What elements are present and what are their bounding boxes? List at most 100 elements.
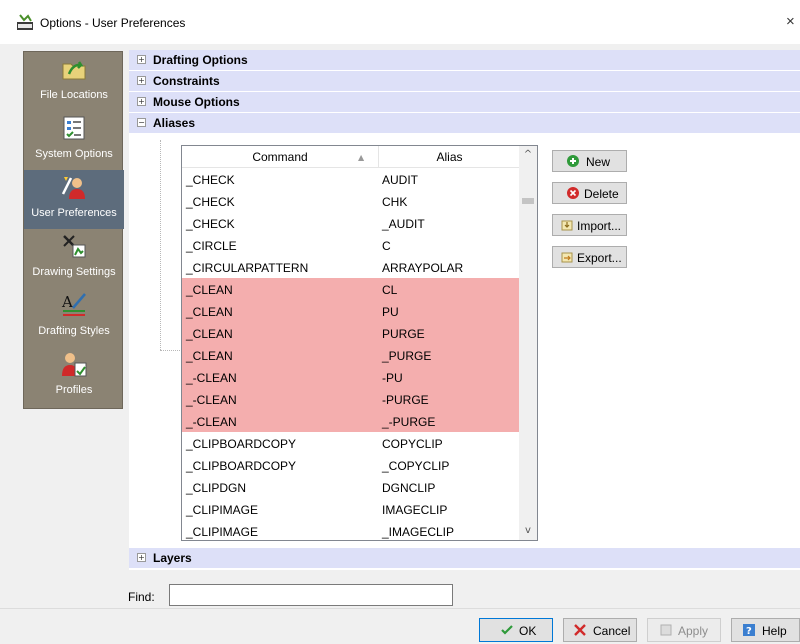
- sidebar-item-drafting-styles[interactable]: A Drafting Styles: [24, 288, 124, 347]
- sidebar-item-drawing-settings[interactable]: Drawing Settings: [24, 229, 124, 288]
- alias-cell: _PURGE: [382, 349, 432, 363]
- expand-icon[interactable]: +: [137, 97, 146, 106]
- command-cell: _CHECK: [186, 217, 235, 231]
- plus-circle-icon: [567, 155, 579, 167]
- alias-cell: ARRAYPOLAR: [382, 261, 464, 275]
- svg-text:?: ?: [746, 626, 752, 637]
- ok-button[interactable]: OK: [479, 618, 553, 642]
- tree-section-mouse-options[interactable]: + Mouse Options: [129, 92, 800, 112]
- column-header-alias[interactable]: Alias: [380, 146, 519, 168]
- sidebar-item-label: Drafting Styles: [38, 325, 110, 337]
- table-row[interactable]: _CLEAN PU: [182, 300, 519, 322]
- table-vertical-scrollbar[interactable]: ^ v: [519, 146, 537, 540]
- drawing-settings-icon: [63, 235, 86, 258]
- table-row[interactable]: _CHECK CHK: [182, 190, 519, 212]
- sidebar-item-file-locations[interactable]: File Locations: [24, 52, 124, 111]
- table-row[interactable]: _CLIPIMAGE IMAGECLIP: [182, 498, 519, 520]
- sidebar-item-label: Drawing Settings: [32, 266, 116, 278]
- table-row[interactable]: _CLIPBOARDCOPY COPYCLIP: [182, 432, 519, 454]
- alias-cell: _IMAGECLIP: [382, 525, 455, 539]
- tree-section-aliases[interactable]: − Aliases: [129, 113, 800, 133]
- sidebar-item-profiles[interactable]: Profiles: [24, 347, 124, 406]
- aliases-table[interactable]: Command ▲ Alias _CHECK AUDIT _CHECK CHK _CHE…: [181, 145, 538, 541]
- table-row[interactable]: _CLIPIMAGE _IMAGECLIP: [182, 520, 519, 540]
- command-cell: _CLEAN: [186, 305, 233, 319]
- collapse-icon[interactable]: −: [137, 118, 146, 127]
- tree-section-label: Drafting Options: [153, 53, 248, 67]
- app-logo-icon: [17, 14, 33, 30]
- table-header: Command ▲ Alias: [182, 146, 519, 168]
- export-aliases-button[interactable]: Export...: [552, 246, 627, 268]
- table-row[interactable]: _CLIPBOARDCOPY _COPYCLIP: [182, 454, 519, 476]
- table-row[interactable]: _-CLEAN -PU: [182, 366, 519, 388]
- table-body: _CHECK AUDIT _CHECK CHK _CHECK _AUDIT _CIRCLE C…: [182, 168, 519, 540]
- command-cell: _CLIPDGN: [186, 481, 247, 495]
- profiles-icon: [62, 353, 87, 377]
- alias-cell: C: [382, 239, 391, 253]
- table-row[interactable]: _CHECK AUDIT: [182, 168, 519, 190]
- delete-circle-icon: [567, 187, 579, 199]
- expand-icon[interactable]: +: [137, 553, 146, 562]
- table-row[interactable]: _CIRCLE C: [182, 234, 519, 256]
- sidebar-item-system-options[interactable]: System Options: [24, 111, 124, 170]
- scroll-down-icon[interactable]: v: [519, 522, 537, 540]
- alias-cell: COPYCLIP: [382, 437, 443, 451]
- apply-icon: [660, 624, 672, 636]
- command-cell: _-CLEAN: [186, 415, 237, 429]
- tree-section-drafting-options[interactable]: + Drafting Options: [129, 50, 800, 70]
- preferences-content: + Drafting Options + Constraints + Mouse…: [129, 50, 800, 570]
- expand-icon[interactable]: +: [137, 55, 146, 64]
- table-row[interactable]: _-CLEAN _-PURGE: [182, 410, 519, 432]
- dialog-footer: OK Cancel Apply ? Help: [0, 608, 800, 644]
- command-cell: _CLIPBOARDCOPY: [186, 459, 297, 473]
- tree-connector-line: [160, 140, 161, 350]
- table-row[interactable]: _-CLEAN -PURGE: [182, 388, 519, 410]
- scrollbar-thumb[interactable]: [522, 198, 534, 204]
- tree-section-label: Aliases: [153, 116, 196, 130]
- sidebar-item-label: File Locations: [40, 89, 108, 101]
- cancel-x-icon: [574, 624, 586, 636]
- alias-cell: _AUDIT: [382, 217, 425, 231]
- table-row[interactable]: _CIRCULARPATTERN ARRAYPOLAR: [182, 256, 519, 278]
- column-header-command[interactable]: Command ▲: [182, 146, 379, 168]
- table-row[interactable]: _CHECK _AUDIT: [182, 212, 519, 234]
- close-icon[interactable]: ×: [786, 13, 795, 30]
- command-cell: _CHECK: [186, 195, 235, 209]
- command-cell: _CLIPBOARDCOPY: [186, 437, 297, 451]
- checkmark-icon: [501, 625, 513, 635]
- sidebar-item-label: Profiles: [55, 384, 93, 396]
- sidebar-item-user-preferences[interactable]: User Preferences: [24, 170, 124, 229]
- tree-section-label: Constraints: [153, 74, 220, 88]
- sort-ascending-icon: ▲: [358, 153, 365, 162]
- import-icon: [561, 220, 573, 231]
- table-row[interactable]: _CLEAN CL: [182, 278, 519, 300]
- apply-button[interactable]: Apply: [647, 618, 721, 642]
- cancel-button[interactable]: Cancel: [563, 618, 637, 642]
- options-sidebar: File Locations System Options User Prefe…: [23, 51, 124, 409]
- tree-section-constraints[interactable]: + Constraints: [129, 71, 800, 91]
- export-icon: [561, 252, 573, 263]
- command-cell: _CLEAN: [186, 283, 233, 297]
- scroll-up-icon[interactable]: ^: [519, 146, 537, 164]
- command-cell: _-CLEAN: [186, 393, 237, 407]
- window-title: Options - User Preferences: [40, 16, 186, 30]
- command-cell: _-CLEAN: [186, 371, 237, 385]
- title-bar: Options - User Preferences ×: [0, 0, 800, 44]
- table-row[interactable]: _CLIPDGN DGNCLIP: [182, 476, 519, 498]
- tree-section-label: Mouse Options: [153, 95, 240, 109]
- find-input[interactable]: [169, 584, 453, 606]
- alias-cell: AUDIT: [382, 173, 418, 187]
- tree-section-layers[interactable]: + Layers: [129, 548, 800, 568]
- help-icon: ?: [743, 624, 755, 637]
- help-button[interactable]: ? Help: [731, 618, 800, 642]
- import-aliases-button[interactable]: Import...: [552, 214, 627, 236]
- folder-arrow-icon: [62, 61, 86, 80]
- table-row[interactable]: _CLEAN _PURGE: [182, 344, 519, 366]
- svg-text:A: A: [61, 293, 73, 311]
- command-cell: _CLEAN: [186, 327, 233, 341]
- drafting-styles-icon: A: [61, 293, 86, 316]
- expand-icon[interactable]: +: [137, 76, 146, 85]
- table-row[interactable]: _CLEAN PURGE: [182, 322, 519, 344]
- new-alias-button[interactable]: New: [552, 150, 627, 172]
- delete-alias-button[interactable]: Delete: [552, 182, 627, 204]
